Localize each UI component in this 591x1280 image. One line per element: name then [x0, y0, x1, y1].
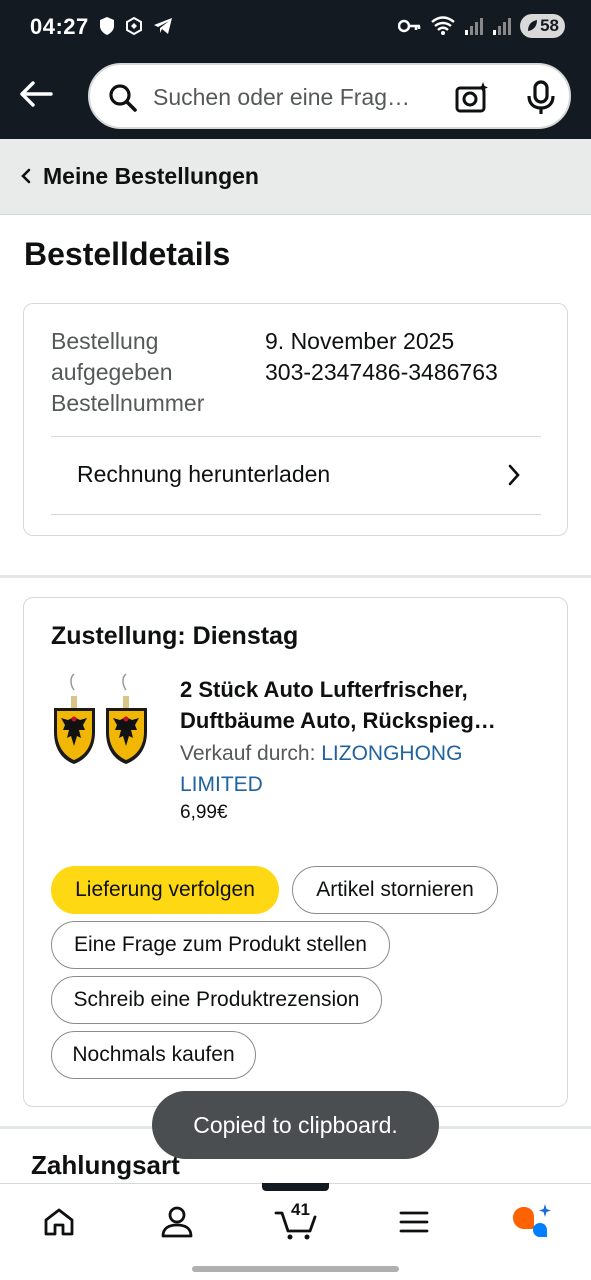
product-image[interactable] — [51, 672, 155, 774]
product-price: 6,99€ — [180, 802, 228, 823]
status-right-icons: 58 — [398, 14, 565, 38]
eagle-emblem-icon — [54, 696, 95, 764]
nav-rufus[interactable] — [501, 1200, 561, 1244]
product-title-line1: 2 Stück Auto Lufterfrischer, — [180, 677, 468, 702]
rufus-assistant-icon — [513, 1204, 551, 1237]
nav-home[interactable] — [29, 1200, 89, 1244]
nav-cart[interactable]: 41 — [266, 1200, 326, 1244]
back-button[interactable] — [14, 72, 58, 116]
signal-icon — [493, 18, 512, 35]
order-date-label: Bestellung — [51, 328, 159, 354]
write-review-button[interactable]: Schreib eine Produktrezension — [51, 976, 382, 1024]
chevron-left-icon — [21, 168, 31, 184]
vpn-icon — [126, 16, 142, 36]
section-divider — [0, 575, 591, 578]
account-icon — [161, 1206, 193, 1238]
search-icon — [109, 84, 137, 112]
page-title: Bestelldetails — [24, 236, 231, 272]
product-title[interactable]: 2 Stück Auto Lufterfrischer, Duftbäume A… — [180, 674, 540, 736]
menu-icon — [399, 1211, 429, 1233]
signal-icon — [465, 18, 484, 35]
back-arrow-icon — [20, 81, 53, 107]
status-left-icons — [98, 16, 174, 36]
payment-method-title: Zahlungsart — [31, 1150, 180, 1180]
eagle-emblem-icon — [106, 696, 147, 764]
status-time: 04:27 — [30, 14, 89, 39]
breadcrumb[interactable]: Meine Bestellungen — [0, 139, 591, 215]
order-date: 9. November 2025 — [265, 328, 455, 354]
order-number: 303-2347486-3486763 — [265, 359, 498, 385]
home-icon — [44, 1208, 74, 1236]
wifi-icon — [431, 16, 455, 35]
ask-product-question-button[interactable]: Eine Frage zum Produkt stellen — [51, 921, 390, 969]
seller-link-2[interactable]: LIMITED — [180, 773, 263, 796]
nav-account[interactable] — [147, 1200, 207, 1244]
product-title-line2: Duftbäume Auto, Rückspieg… — [180, 708, 496, 733]
order-info-labels: Bestellung aufgegeben Bestellnummer — [51, 326, 204, 419]
buy-again-button[interactable]: Nochmals kaufen — [51, 1031, 256, 1079]
battery-indicator: 58 — [520, 14, 565, 38]
order-info-card: Bestellung aufgegeben Bestellnummer 9. N… — [23, 303, 568, 536]
breadcrumb-my-orders[interactable]: Meine Bestellungen — [43, 163, 259, 190]
nav-menu[interactable] — [384, 1200, 444, 1244]
download-invoice-label: Rechnung herunterladen — [77, 461, 331, 487]
order-date-label-2: aufgegeben — [51, 359, 173, 385]
status-bar: 04:27 58 — [0, 0, 591, 56]
order-info-values: 9. November 2025 303-2347486-3486763 — [265, 326, 498, 388]
search-input[interactable]: Suchen oder eine Frag… — [153, 84, 435, 111]
camera-search-icon[interactable] — [454, 80, 490, 116]
seller-info: Verkauf durch: LIZONGHONG LIMITED — [180, 738, 520, 800]
divider — [51, 514, 541, 515]
battery-level: 58 — [540, 16, 559, 35]
cart-count-badge: 41 — [291, 1200, 310, 1219]
active-tab-indicator — [262, 1183, 329, 1191]
shield-icon — [100, 17, 114, 35]
order-number-label: Bestellnummer — [51, 390, 205, 416]
search-bar[interactable]: Suchen oder eine Frag… — [88, 63, 571, 129]
seller-link[interactable]: LIZONGHONG — [321, 742, 462, 765]
cancel-item-button[interactable]: Artikel stornieren — [292, 866, 498, 914]
telegram-icon — [154, 18, 172, 34]
shipment-card: Zustellung: Dienstag 2 Stück Auto Lufter… — [23, 597, 568, 1107]
delivery-date-title: Zustellung: Dienstag — [51, 622, 299, 650]
seller-prefix: Verkauf durch: — [180, 742, 322, 765]
gesture-home-bar[interactable] — [192, 1266, 399, 1272]
chevron-right-icon — [508, 464, 520, 486]
download-invoice-link[interactable]: Rechnung herunterladen — [51, 437, 541, 515]
key-icon — [398, 19, 421, 33]
toast-notification: Copied to clipboard. — [152, 1091, 439, 1159]
app-header: 04:27 58 Suchen oder eine Frag… — [0, 0, 591, 139]
microphone-icon[interactable] — [526, 80, 556, 116]
leaf-icon — [528, 20, 538, 31]
track-package-button[interactable]: Lieferung verfolgen — [51, 866, 279, 914]
